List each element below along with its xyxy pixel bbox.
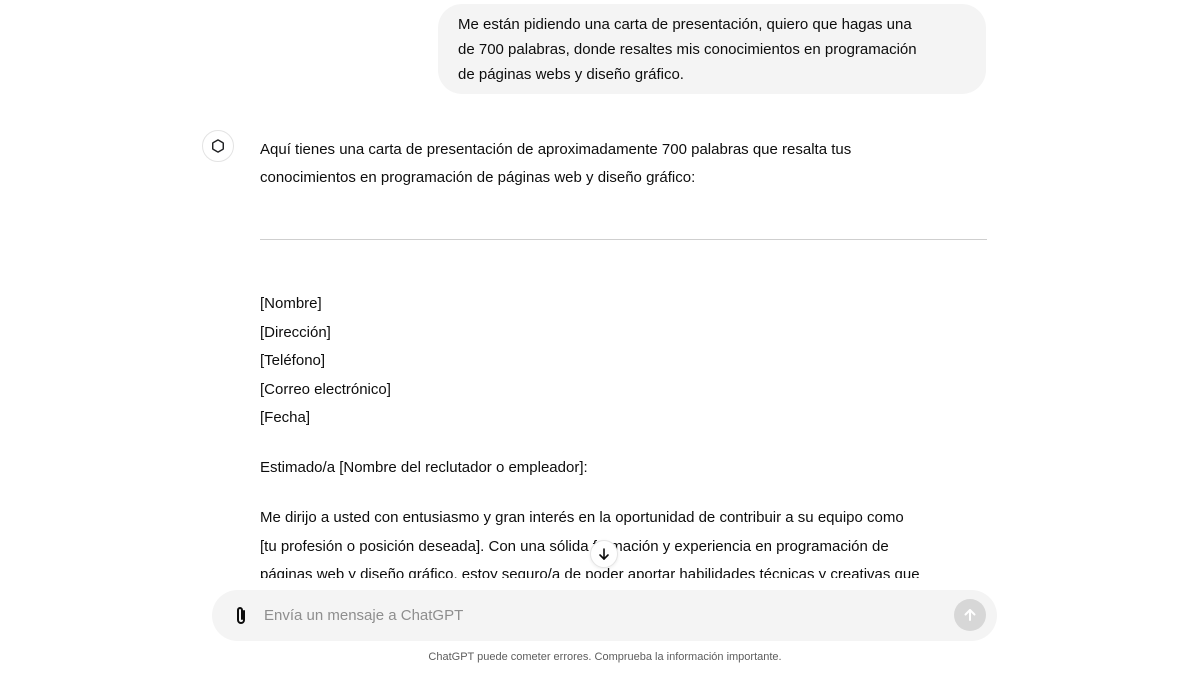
- arrow-down-icon: [599, 548, 609, 560]
- send-button[interactable]: [954, 599, 986, 631]
- letter-header-address: [Dirección]: [260, 323, 331, 341]
- letter-header-date: [Fecha]: [260, 409, 311, 426]
- scroll-to-bottom-button[interactable]: [590, 540, 618, 568]
- assistant-avatar: [202, 130, 234, 162]
- user-message-bubble: Me están pidiendo una carta de presentac…: [438, 4, 986, 94]
- paperclip-icon: [237, 607, 245, 624]
- letter-header-phone: [Teléfono]: [260, 352, 326, 369]
- attach-file-button[interactable]: [230, 604, 252, 628]
- openai-logo-icon: [212, 139, 224, 153]
- letter-header-name: [Nombre]: [260, 295, 322, 312]
- assistant-intro: Aquí tienes una carta de presentación de…: [260, 136, 987, 192]
- arrow-up-icon: [964, 609, 976, 621]
- user-message-line: de páginas webs y diseño gráfico.: [458, 66, 684, 83]
- message-composer: [212, 590, 997, 641]
- chat-page: Me están pidiendo una carta de presentac…: [0, 0, 1200, 675]
- letter-header-email: [Correo electrónico]: [260, 380, 391, 398]
- assistant-intro-line: Aquí tienes una carta de presentación de…: [260, 141, 852, 158]
- user-message-line: Me están pidiendo una carta de presentac…: [458, 16, 912, 33]
- letter-body-line: Me dirijo a usted con entusiasmo y gran …: [260, 509, 904, 526]
- user-message-line: de 700 palabras, donde resaltes mis cono…: [458, 41, 917, 58]
- disclaimer-text: ChatGPT puede cometer errores. Comprueba…: [428, 651, 782, 663]
- assistant-message: Aquí tienes una carta de presentación de…: [260, 136, 987, 192]
- letter-header: [Nombre] [Dirección] [Teléfono] [Correo …: [260, 290, 987, 433]
- letter-body-paragraph: Me dirijo a usted con entusiasmo y gran …: [260, 504, 1000, 590]
- assistant-intro-line: conocimientos en programación de páginas…: [260, 169, 696, 186]
- horizontal-rule: [260, 239, 987, 240]
- letter-body-line: [tu profesión o posición deseada]. Con u…: [260, 537, 889, 555]
- letter-salutation: Estimado/a [Nombre del reclutador o empl…: [260, 459, 588, 476]
- message-input[interactable]: [264, 603, 904, 627]
